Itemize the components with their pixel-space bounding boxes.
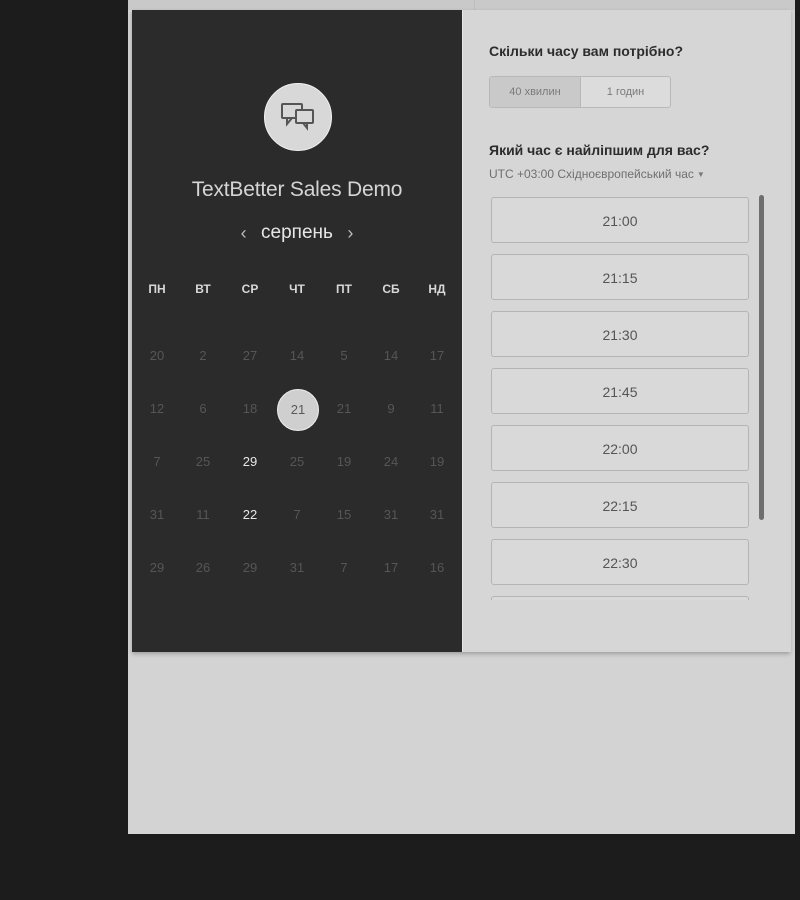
duration-option-1-hour[interactable]: 1 годин bbox=[581, 77, 670, 107]
calendar-day: 11 bbox=[196, 507, 210, 522]
top-strip bbox=[128, 0, 795, 10]
calendar-day: 7 bbox=[340, 560, 348, 575]
calendar-day: 20 bbox=[149, 348, 165, 363]
time-slot-list: 21:00 21:15 21:30 21:45 22:00 22:15 22:30 bbox=[491, 197, 753, 600]
time-slot-button[interactable]: 21:30 bbox=[491, 311, 749, 357]
time-slot-button[interactable]: 21:45 bbox=[491, 368, 749, 414]
duration-toggle: 40 хвилин 1 годин bbox=[489, 76, 671, 108]
calendar-day: 9 bbox=[387, 401, 395, 416]
time-slot-button[interactable]: 22:30 bbox=[491, 539, 749, 585]
duration-option-40-min[interactable]: 40 хвилин bbox=[490, 77, 581, 107]
calendar-panel: TextBetter Sales Demo ‹ серпень › ПН ВТ СР… bbox=[132, 10, 462, 652]
time-question: Який час є найліпшим для вас? bbox=[489, 142, 710, 158]
calendar-day: 17 bbox=[429, 348, 445, 363]
calendar-day: 7 bbox=[153, 454, 161, 469]
time-slot-button[interactable]: 21:00 bbox=[491, 197, 749, 243]
calendar-day: 21 bbox=[336, 401, 352, 416]
calendar-day: 26 bbox=[195, 560, 211, 575]
booking-page: TextBetter Sales Demo ‹ серпень › ПН ВТ СР… bbox=[128, 0, 795, 834]
calendar-day: 27 bbox=[242, 348, 258, 363]
calendar-day: 31 bbox=[289, 560, 305, 575]
calendar-day: 11 bbox=[430, 401, 444, 416]
time-slot-button[interactable]: 22:15 bbox=[491, 482, 749, 528]
calendar-day: 18 bbox=[242, 401, 258, 416]
time-selection-panel: Скільки часу вам потрібно? 40 хвилин 1 г… bbox=[462, 10, 791, 652]
calendar-day: 31 bbox=[149, 507, 165, 522]
caret-down-icon: ▼ bbox=[696, 170, 705, 179]
calendar-day: 15 bbox=[336, 507, 352, 522]
calendar-day: 19 bbox=[336, 454, 352, 469]
calendar-day: 14 bbox=[383, 348, 399, 363]
calendar-day: 29 bbox=[242, 560, 258, 575]
calendar-day[interactable]: 22 bbox=[230, 495, 270, 535]
calendar-day: 7 bbox=[293, 507, 301, 522]
calendar-day: 25 bbox=[195, 454, 211, 469]
calendar-day: 29 bbox=[149, 560, 165, 575]
calendar-day: 14 bbox=[289, 348, 305, 363]
time-slot-button[interactable]: 22:00 bbox=[491, 425, 749, 471]
calendar-day: 16 bbox=[429, 560, 445, 575]
calendar-day: 19 bbox=[429, 454, 445, 469]
calendar-day: 24 bbox=[383, 454, 399, 469]
calendar-day: 31 bbox=[383, 507, 399, 522]
calendar-day: 6 bbox=[199, 401, 207, 416]
calendar-day: 25 bbox=[289, 454, 305, 469]
duration-question: Скільки часу вам потрібно? bbox=[489, 43, 684, 59]
calendar-day: 2 bbox=[199, 348, 207, 363]
timezone-select[interactable]: UTC +03:00 Східноєвропейський час ▼ bbox=[489, 167, 705, 181]
scrollbar[interactable] bbox=[759, 195, 764, 520]
calendar-day[interactable]: 29 bbox=[230, 442, 270, 482]
calendar-day: 5 bbox=[340, 348, 348, 363]
calendar-day: 17 bbox=[383, 560, 399, 575]
top-divider bbox=[474, 0, 475, 10]
calendar-day: 12 bbox=[149, 401, 165, 416]
time-slot-button-partial[interactable] bbox=[491, 596, 749, 600]
timezone-label: UTC +03:00 Східноєвропейський час bbox=[489, 167, 694, 181]
calendar-day-selected[interactable]: 21 bbox=[277, 389, 319, 431]
booking-widget: TextBetter Sales Demo ‹ серпень › ПН ВТ СР… bbox=[132, 10, 791, 652]
calendar-day: 31 bbox=[429, 507, 445, 522]
time-slot-button[interactable]: 21:15 bbox=[491, 254, 749, 300]
calendar-grid: 20 2 27 14 5 14 17 12 6 18 21 21 9 11 7 25 29 25 19 24 19 31 1… bbox=[132, 10, 462, 652]
